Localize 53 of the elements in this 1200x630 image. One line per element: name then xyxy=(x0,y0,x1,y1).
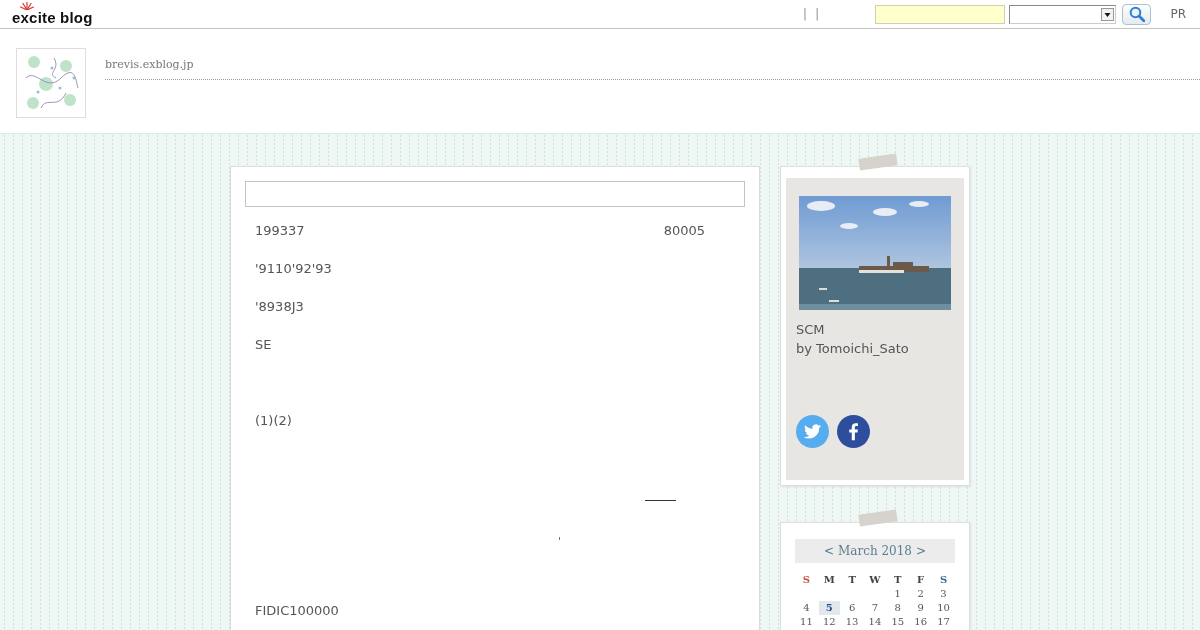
pr-link[interactable]: PR xyxy=(1170,7,1186,21)
facebook-icon[interactable] xyxy=(837,415,870,448)
calendar-day: 16 xyxy=(914,615,927,629)
site-logo[interactable]: excite blog xyxy=(12,10,93,25)
paragraph-text: '9110'92'93 xyxy=(255,261,332,276)
paragraph-text: SE xyxy=(255,337,272,352)
weekday-label: W xyxy=(869,574,881,585)
author-text: by Tomoichi_Sato xyxy=(796,341,909,356)
separator-text: | xyxy=(802,6,808,22)
search-field[interactable] xyxy=(875,4,1006,24)
paragraph-text: FIDIC100000 xyxy=(255,603,339,618)
search-button[interactable] xyxy=(1122,3,1152,25)
dropdown-field[interactable] xyxy=(1009,4,1117,24)
next-month-link[interactable]: > xyxy=(916,544,927,558)
calendar-day: 3 xyxy=(940,587,947,601)
paragraph-text: 199337 xyxy=(255,222,305,240)
calendar-day: 12 xyxy=(822,615,836,629)
weekday-label: S xyxy=(802,574,811,585)
blog-address-link[interactable]: brevis.exblog.jp xyxy=(105,58,194,72)
calendar-day: 11 xyxy=(800,615,813,629)
paragraph-text: '8938J3 xyxy=(255,299,304,314)
calendar-day[interactable]: 5 xyxy=(818,601,840,615)
search-icon xyxy=(1128,6,1145,22)
paragraph-text: 80005 xyxy=(663,222,705,240)
floral-pattern-image xyxy=(16,48,86,118)
tape-decoration xyxy=(858,509,898,527)
tape-decoration xyxy=(858,153,898,171)
calendar-day: 1 xyxy=(894,587,901,601)
calendar-day: 6 xyxy=(848,601,856,615)
weekday-label: F xyxy=(917,574,925,585)
calendar-day: 2 xyxy=(917,587,924,601)
calendar-day: 4 xyxy=(803,601,810,615)
separator-text: | xyxy=(815,6,820,22)
weekday-label: S xyxy=(939,574,948,585)
calendar-day: 15 xyxy=(891,615,905,629)
calendar-day: 17 xyxy=(937,615,950,629)
month-title: March 2018 xyxy=(838,544,912,558)
previous-month-link[interactable]: < xyxy=(823,544,834,558)
blog-title-text: SCM xyxy=(796,322,825,337)
weekday-label: T xyxy=(894,574,902,585)
calendar-day: 9 xyxy=(917,601,924,615)
calendar-day: 7 xyxy=(871,601,879,615)
calendar-day: 13 xyxy=(845,615,859,629)
twitter-bird-icon[interactable] xyxy=(796,415,829,448)
caret-icon xyxy=(1101,7,1115,21)
calendar-day: 8 xyxy=(894,601,901,615)
calendar-day: 14 xyxy=(868,615,882,629)
paragraph-text: (1)(2) xyxy=(255,413,292,428)
calendar-day: 10 xyxy=(937,601,950,615)
weekday-label: T xyxy=(848,574,856,585)
burst-icon xyxy=(20,2,34,10)
weekday-label: M xyxy=(823,574,835,585)
title-field[interactable] xyxy=(245,181,745,207)
